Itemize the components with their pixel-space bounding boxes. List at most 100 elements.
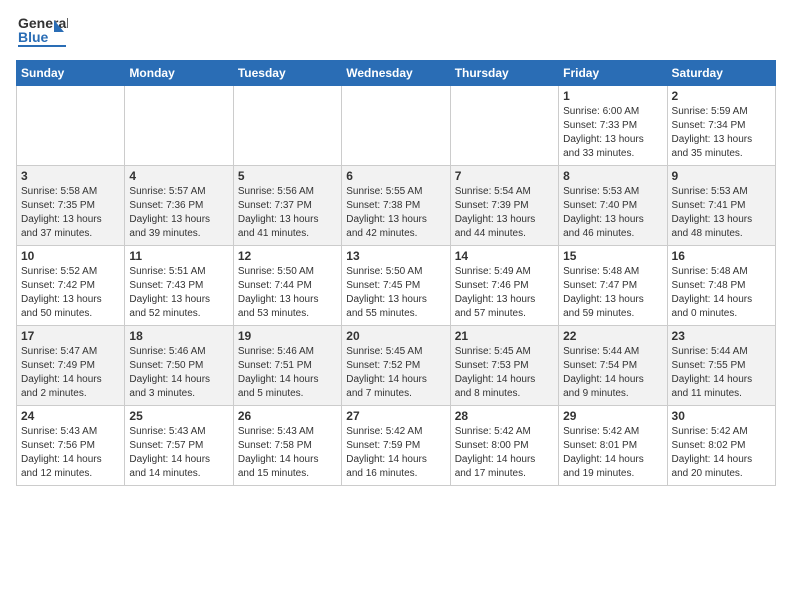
calendar-day-cell [125, 86, 233, 166]
calendar-day-cell: 6 Sunrise: 5:55 AM Sunset: 7:38 PM Daylig… [342, 166, 450, 246]
day-number: 3 [21, 169, 120, 183]
day-number: 30 [672, 409, 771, 423]
page-container: General Blue SundayMondayTuesdayWednesda… [0, 0, 792, 496]
day-info: Sunrise: 5:45 AM Sunset: 7:52 PM Dayligh… [346, 345, 445, 401]
day-info: Sunrise: 5:48 AM Sunset: 7:47 PM Dayligh… [563, 265, 662, 321]
day-info: Sunrise: 5:45 AM Sunset: 7:53 PM Dayligh… [455, 345, 554, 401]
day-info: Sunrise: 5:53 AM Sunset: 7:40 PM Dayligh… [563, 185, 662, 241]
calendar-day-cell: 4Sunrise: 5:57 AM Sunset: 7:36 PM Daylig… [125, 166, 233, 246]
calendar-day-cell: 1Sunrise: 6:00 AM Sunset: 7:33 PM Daylig… [559, 86, 667, 166]
calendar-day-cell [233, 86, 341, 166]
day-number: 19 [238, 329, 337, 343]
calendar-day-cell: 3 Sunrise: 5:58 AM Sunset: 7:35 PM Daylig… [17, 166, 125, 246]
calendar-day-cell: 28 Sunrise: 5:42 AM Sunset: 8:00 PM Dayli… [450, 406, 558, 486]
day-info: Sunrise: 5:47 AM Sunset: 7:49 PM Dayligh… [21, 345, 120, 401]
day-number: 8 [563, 169, 662, 183]
day-number: 20 [346, 329, 445, 343]
calendar-day-cell [342, 86, 450, 166]
day-info: Sunrise: 5:53 AM Sunset: 7:41 PM Dayligh… [672, 185, 771, 241]
calendar-day-cell: 14 Sunrise: 5:49 AM Sunset: 7:46 PM Dayli… [450, 246, 558, 326]
calendar-day-cell: 30 Sunrise: 5:42 AM Sunset: 8:02 PM Dayli… [667, 406, 775, 486]
day-number: 21 [455, 329, 554, 343]
header-row: General Blue [16, 10, 776, 54]
day-number: 24 [21, 409, 120, 423]
day-header-tuesday: Tuesday [233, 61, 341, 86]
day-header-saturday: Saturday [667, 61, 775, 86]
calendar-table: SundayMondayTuesdayWednesdayThursdayFrid… [16, 60, 776, 486]
calendar-day-cell: 25 Sunrise: 5:43 AM Sunset: 7:57 PM Dayli… [125, 406, 233, 486]
day-info: Sunrise: 5:49 AM Sunset: 7:46 PM Dayligh… [455, 265, 554, 321]
day-info: Sunrise: 5:50 AM Sunset: 7:44 PM Dayligh… [238, 265, 337, 321]
day-number: 14 [455, 249, 554, 263]
day-info: Sunrise: 5:43 AM Sunset: 7:58 PM Dayligh… [238, 425, 337, 481]
calendar-day-cell: 27 Sunrise: 5:42 AM Sunset: 7:59 PM Dayli… [342, 406, 450, 486]
day-info: Sunrise: 5:44 AM Sunset: 7:54 PM Dayligh… [563, 345, 662, 401]
day-info: Sunrise: 5:59 AM Sunset: 7:34 PM Dayligh… [672, 105, 771, 161]
calendar-day-cell [17, 86, 125, 166]
calendar-day-cell: 2 Sunrise: 5:59 AM Sunset: 7:34 PM Daylig… [667, 86, 775, 166]
day-number: 23 [672, 329, 771, 343]
logo-icon: General Blue [16, 10, 68, 54]
day-number: 4 [129, 169, 228, 183]
day-info: Sunrise: 5:43 AM Sunset: 7:57 PM Dayligh… [129, 425, 228, 481]
day-number: 15 [563, 249, 662, 263]
day-number: 2 [672, 89, 771, 103]
calendar-header-row: SundayMondayTuesdayWednesdayThursdayFrid… [17, 61, 776, 86]
day-info: Sunrise: 5:42 AM Sunset: 8:01 PM Dayligh… [563, 425, 662, 481]
calendar-day-cell: 16 Sunrise: 5:48 AM Sunset: 7:48 PM Dayli… [667, 246, 775, 326]
day-info: Sunrise: 5:55 AM Sunset: 7:38 PM Dayligh… [346, 185, 445, 241]
day-info: Sunrise: 5:46 AM Sunset: 7:50 PM Dayligh… [129, 345, 228, 401]
day-header-wednesday: Wednesday [342, 61, 450, 86]
day-header-thursday: Thursday [450, 61, 558, 86]
calendar-day-cell: 18 Sunrise: 5:46 AM Sunset: 7:50 PM Dayli… [125, 326, 233, 406]
day-number: 26 [238, 409, 337, 423]
calendar-day-cell: 9 Sunrise: 5:53 AM Sunset: 7:41 PM Daylig… [667, 166, 775, 246]
calendar-day-cell [450, 86, 558, 166]
day-info: Sunrise: 5:44 AM Sunset: 7:55 PM Dayligh… [672, 345, 771, 401]
day-number: 17 [21, 329, 120, 343]
calendar-day-cell: 22 Sunrise: 5:44 AM Sunset: 7:54 PM Dayli… [559, 326, 667, 406]
day-info: Sunrise: 5:42 AM Sunset: 8:00 PM Dayligh… [455, 425, 554, 481]
day-info: Sunrise: 5:42 AM Sunset: 8:02 PM Dayligh… [672, 425, 771, 481]
day-number: 11 [129, 249, 228, 263]
calendar-day-cell: 17 Sunrise: 5:47 AM Sunset: 7:49 PM Dayli… [17, 326, 125, 406]
calendar-day-cell: 21 Sunrise: 5:45 AM Sunset: 7:53 PM Dayli… [450, 326, 558, 406]
calendar-day-cell: 13Sunrise: 5:50 AM Sunset: 7:45 PM Dayli… [342, 246, 450, 326]
calendar-day-cell: 10 Sunrise: 5:52 AM Sunset: 7:42 PM Dayli… [17, 246, 125, 326]
day-info: Sunrise: 5:48 AM Sunset: 7:48 PM Dayligh… [672, 265, 771, 321]
day-number: 6 [346, 169, 445, 183]
calendar-day-cell: 7Sunrise: 5:54 AM Sunset: 7:39 PM Daylig… [450, 166, 558, 246]
day-number: 18 [129, 329, 228, 343]
day-number: 22 [563, 329, 662, 343]
day-number: 16 [672, 249, 771, 263]
calendar-week-row: 17 Sunrise: 5:47 AM Sunset: 7:49 PM Dayli… [17, 326, 776, 406]
day-info: Sunrise: 5:52 AM Sunset: 7:42 PM Dayligh… [21, 265, 120, 321]
day-number: 9 [672, 169, 771, 183]
day-info: Sunrise: 6:00 AM Sunset: 7:33 PM Dayligh… [563, 105, 662, 161]
day-number: 13 [346, 249, 445, 263]
day-number: 27 [346, 409, 445, 423]
day-info: Sunrise: 5:42 AM Sunset: 7:59 PM Dayligh… [346, 425, 445, 481]
calendar-day-cell: 19Sunrise: 5:46 AM Sunset: 7:51 PM Dayli… [233, 326, 341, 406]
day-number: 5 [238, 169, 337, 183]
logo-container: General Blue [16, 10, 68, 54]
day-info: Sunrise: 5:51 AM Sunset: 7:43 PM Dayligh… [129, 265, 228, 321]
calendar-day-cell: 23 Sunrise: 5:44 AM Sunset: 7:55 PM Dayli… [667, 326, 775, 406]
day-number: 10 [21, 249, 120, 263]
day-number: 25 [129, 409, 228, 423]
calendar-week-row: 1Sunrise: 6:00 AM Sunset: 7:33 PM Daylig… [17, 86, 776, 166]
calendar-day-cell: 24Sunrise: 5:43 AM Sunset: 7:56 PM Dayli… [17, 406, 125, 486]
day-header-friday: Friday [559, 61, 667, 86]
calendar-week-row: 3 Sunrise: 5:58 AM Sunset: 7:35 PM Daylig… [17, 166, 776, 246]
calendar-day-cell: 26 Sunrise: 5:43 AM Sunset: 7:58 PM Dayli… [233, 406, 341, 486]
svg-text:Blue: Blue [18, 29, 49, 45]
day-number: 12 [238, 249, 337, 263]
calendar-day-cell: 8 Sunrise: 5:53 AM Sunset: 7:40 PM Daylig… [559, 166, 667, 246]
day-info: Sunrise: 5:58 AM Sunset: 7:35 PM Dayligh… [21, 185, 120, 241]
day-info: Sunrise: 5:54 AM Sunset: 7:39 PM Dayligh… [455, 185, 554, 241]
day-number: 28 [455, 409, 554, 423]
calendar-week-row: 24Sunrise: 5:43 AM Sunset: 7:56 PM Dayli… [17, 406, 776, 486]
day-number: 29 [563, 409, 662, 423]
day-header-monday: Monday [125, 61, 233, 86]
calendar-day-cell: 29 Sunrise: 5:42 AM Sunset: 8:01 PM Dayli… [559, 406, 667, 486]
